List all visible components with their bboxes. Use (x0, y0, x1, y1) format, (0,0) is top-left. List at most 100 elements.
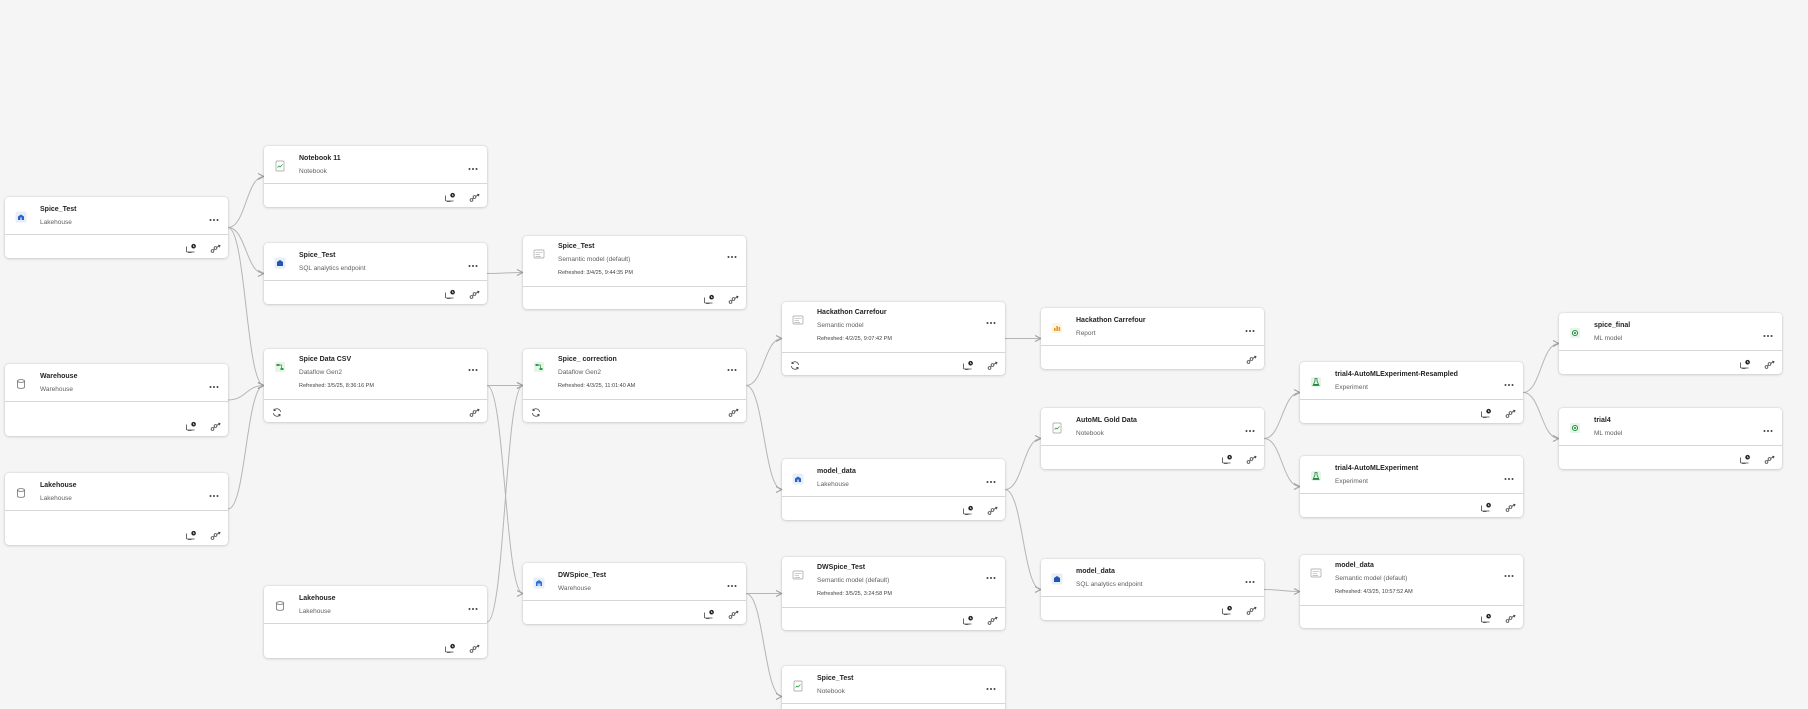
lineage-item-card[interactable]: Spice_Test Notebook (782, 666, 1005, 709)
lineage-item-card[interactable]: AutoML Gold Data Notebook (1041, 408, 1264, 469)
show-lineage-icon[interactable] (987, 358, 999, 370)
lineage-item-card[interactable]: Hackathon Carrefour Report (1041, 308, 1264, 369)
more-options-icon[interactable] (727, 360, 737, 371)
monitor-icon[interactable] (444, 641, 456, 653)
more-options-icon[interactable] (727, 576, 737, 587)
monitor-icon[interactable] (703, 292, 715, 304)
show-lineage-icon[interactable] (987, 503, 999, 515)
lineage-item-card[interactable]: Lakehouse Lakehouse (5, 473, 228, 545)
show-lineage-icon[interactable] (469, 190, 481, 202)
lineage-item-card[interactable]: model_data SQL analytics endpoint (1041, 559, 1264, 620)
show-lineage-icon[interactable] (1764, 452, 1776, 464)
lakehouse-icon (15, 210, 27, 223)
monitor-icon[interactable] (1739, 357, 1751, 369)
card-header: AutoML Gold Data Notebook (1041, 408, 1264, 446)
monitor-icon[interactable] (185, 528, 197, 540)
lineage-item-card[interactable]: DWSpice_Test Semantic model (default) Refr… (782, 557, 1005, 630)
item-title: Spice_Test (40, 206, 77, 213)
lineage-item-card[interactable]: Hackathon Carrefour Semantic model Refresh… (782, 302, 1005, 375)
item-title: model_data (1076, 568, 1115, 575)
more-options-icon[interactable] (986, 472, 996, 483)
more-options-icon[interactable] (986, 313, 996, 324)
item-type: Semantic model (default) (558, 256, 631, 263)
show-lineage-icon[interactable] (469, 287, 481, 299)
more-options-icon[interactable] (1504, 375, 1514, 386)
lineage-item-card[interactable]: Spice Data CSV Dataflow Gen2 Refreshed: 3/… (264, 349, 487, 422)
monitor-icon[interactable] (444, 287, 456, 299)
more-options-icon[interactable] (209, 377, 219, 388)
show-lineage-icon[interactable] (987, 613, 999, 625)
item-title: Hackathon Carrefour (1076, 317, 1146, 324)
card-header: Notebook 11 Notebook (264, 146, 487, 184)
show-lineage-icon[interactable] (210, 528, 222, 540)
monitor-icon[interactable] (962, 503, 974, 515)
more-options-icon[interactable] (1763, 326, 1773, 337)
lineage-item-card[interactable]: trial4 ML model (1559, 408, 1782, 469)
item-title: Spice Data CSV (299, 356, 352, 363)
item-type: SQL analytics endpoint (1076, 581, 1143, 588)
refresh-schedule-icon[interactable] (530, 405, 542, 417)
show-lineage-icon[interactable] (728, 607, 740, 619)
show-lineage-icon[interactable] (210, 419, 222, 431)
refresh-schedule-icon[interactable] (789, 358, 801, 370)
more-options-icon[interactable] (986, 679, 996, 690)
lineage-item-card[interactable]: Lakehouse Lakehouse (264, 586, 487, 658)
monitor-icon[interactable] (962, 613, 974, 625)
show-lineage-icon[interactable] (1764, 357, 1776, 369)
show-lineage-icon[interactable] (469, 405, 481, 417)
monitor-icon[interactable] (1480, 611, 1492, 623)
monitor-icon[interactable] (1480, 406, 1492, 418)
lineage-item-card[interactable]: Spice_Test SQL analytics endpoint (264, 243, 487, 304)
more-options-icon[interactable] (468, 360, 478, 371)
lineage-edge (1004, 489, 1041, 590)
more-options-icon[interactable] (727, 247, 737, 258)
more-options-icon[interactable] (1763, 421, 1773, 432)
lineage-item-card[interactable]: DWSpice_Test Warehouse (523, 563, 746, 624)
monitor-icon[interactable] (1221, 452, 1233, 464)
monitor-icon[interactable] (1739, 452, 1751, 464)
lineage-canvas[interactable]: Spice_Test Lakehouse Warehouse Warehouse Lak… (0, 0, 1808, 709)
monitor-icon[interactable] (444, 190, 456, 202)
show-lineage-icon[interactable] (728, 292, 740, 304)
monitor-icon[interactable] (185, 241, 197, 253)
more-options-icon[interactable] (1245, 321, 1255, 332)
item-title: trial4-AutoMLExperiment-Resampled (1335, 371, 1458, 378)
more-options-icon[interactable] (468, 256, 478, 267)
show-lineage-icon[interactable] (1505, 500, 1517, 512)
lineage-item-card[interactable]: trial4-AutoMLExperiment-Resampled Experim… (1300, 362, 1523, 423)
show-lineage-icon[interactable] (210, 241, 222, 253)
more-options-icon[interactable] (209, 486, 219, 497)
lineage-item-card[interactable]: trial4-AutoMLExperiment Experiment (1300, 456, 1523, 517)
lineage-item-card[interactable]: Notebook 11 Notebook (264, 146, 487, 207)
more-options-icon[interactable] (468, 159, 478, 170)
lineage-item-card[interactable]: model_data Semantic model (default) Refres… (1300, 555, 1523, 628)
monitor-icon[interactable] (703, 607, 715, 619)
more-options-icon[interactable] (1504, 566, 1514, 577)
show-lineage-icon[interactable] (1246, 352, 1258, 364)
lineage-item-card[interactable]: Spice_ correction Dataflow Gen2 Refreshed:… (523, 349, 746, 422)
more-options-icon[interactable] (986, 568, 996, 579)
lineage-item-card[interactable]: spice_final ML model (1559, 313, 1782, 374)
lineage-item-card[interactable]: Spice_Test Lakehouse (5, 197, 228, 258)
more-options-icon[interactable] (1245, 572, 1255, 583)
lineage-item-card[interactable]: Spice_Test Semantic model (default) Refres… (523, 236, 746, 309)
show-lineage-icon[interactable] (1246, 603, 1258, 615)
card-header: model_data SQL analytics endpoint (1041, 559, 1264, 597)
monitor-icon[interactable] (962, 358, 974, 370)
show-lineage-icon[interactable] (1246, 452, 1258, 464)
lineage-item-card[interactable]: Warehouse Warehouse (5, 364, 228, 436)
more-options-icon[interactable] (1504, 469, 1514, 480)
show-lineage-icon[interactable] (469, 641, 481, 653)
show-lineage-icon[interactable] (1505, 406, 1517, 418)
more-options-icon[interactable] (468, 599, 478, 610)
lineage-item-card[interactable]: model_data Lakehouse (782, 459, 1005, 520)
show-lineage-icon[interactable] (728, 405, 740, 417)
more-options-icon[interactable] (1245, 421, 1255, 432)
more-options-icon[interactable] (209, 210, 219, 221)
item-title: trial4 (1594, 417, 1611, 424)
monitor-icon[interactable] (185, 419, 197, 431)
show-lineage-icon[interactable] (1505, 611, 1517, 623)
monitor-icon[interactable] (1480, 500, 1492, 512)
monitor-icon[interactable] (1221, 603, 1233, 615)
refresh-schedule-icon[interactable] (271, 405, 283, 417)
